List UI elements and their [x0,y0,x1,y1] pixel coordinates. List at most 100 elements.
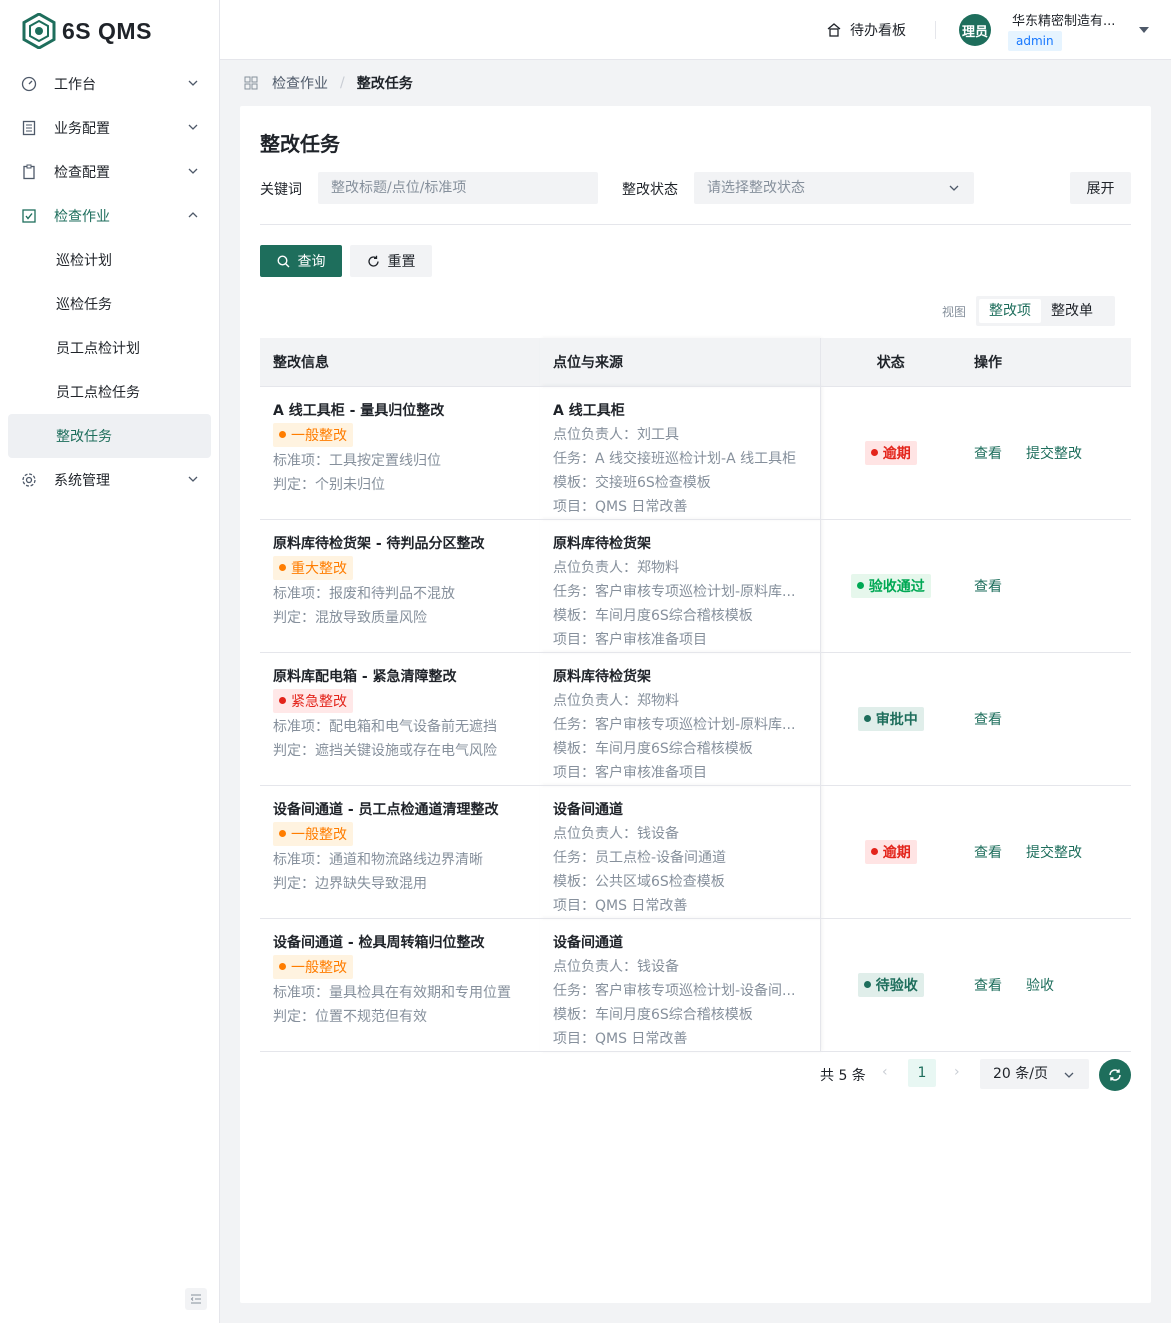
verdict-text: 判定：混放导致质量风险 [273,609,427,626]
table-row: 设备间通道 - 检具周转箱归位整改 一般整改 标准项：量具检具在有效期和专用位置… [260,918,1131,1052]
view-button[interactable]: 查看 [974,845,1002,861]
sidebar-item-label: 工作台 [54,77,96,93]
header-divider [935,21,936,39]
standard-text: 标准项：报废和待判品不混放 [273,585,455,602]
expand-button[interactable]: 展开 [1070,172,1131,204]
sidebar-item-staff-check-plan[interactable]: 员工点检计划 [8,326,211,370]
status-dot [870,449,878,456]
level-label: 一般整改 [291,959,347,976]
sidebar-item-system-admin[interactable]: 系统管理 [8,458,211,502]
status-badge: 逾期 [864,440,917,465]
company-name[interactable]: 华东精密制造有... [1012,10,1130,29]
level-dot [279,697,286,704]
status-label: 待验收 [875,977,918,994]
view-option-items[interactable]: 整改项 [979,299,1041,323]
prev-page-button[interactable]: ‹ [882,1064,888,1080]
sidebar-item-inspection-work[interactable]: 检查作业 [8,194,211,238]
rectification-info-cell: A 线工具柜 - 量具归位整改 一般整改 标准项：工具按定置线归位 判定：个别未… [260,386,540,520]
logo-icon [22,13,56,49]
status-cell: 待验收 [820,918,961,1052]
verdict-text: 判定：边界缺失导致混用 [273,875,427,892]
search-icon [276,254,289,267]
chevron-down-icon [1064,1072,1074,1078]
level-badge: 一般整改 [273,954,353,979]
rectification-title[interactable]: A 线工具柜 - 量具归位整改 [273,399,540,423]
template-text: 模板：车间月度6S综合稽核模板 [553,740,753,757]
page-title: 整改任务 [260,132,340,156]
actions-cell: 查看 [961,519,1131,653]
sidebar-item-rectification-task[interactable]: 整改任务 [8,414,211,458]
logo-text: 6S QMS [62,17,152,44]
rectification-info-cell: 原料库待检货架 - 待判品分区整改 重大整改 标准项：报废和待判品不混放 判定：… [260,519,540,653]
next-page-button[interactable]: › [954,1064,960,1080]
template-text: 模板：车间月度6S综合稽核模板 [553,607,753,624]
status-badge: 逾期 [864,839,917,864]
action-button[interactable]: 提交整改 [1026,845,1082,861]
caret-down-icon[interactable] [1139,27,1149,33]
sidebar-item-label: 系统管理 [54,473,110,489]
status-filter-label: 整改状态 [622,182,678,198]
project-text: 项目：QMS 日常改善 [553,897,688,914]
point-owner: 点位负责人：刘工具 [553,426,679,443]
rectification-title[interactable]: 设备间通道 - 检具周转箱归位整改 [273,931,540,955]
refresh-button[interactable] [1099,1059,1131,1091]
rectification-title[interactable]: 原料库配电箱 - 紧急清障整改 [273,665,540,689]
reset-button[interactable]: 重置 [350,245,432,277]
logo[interactable]: 6S QMS [22,12,152,50]
sidebar-item-patrol-task[interactable]: 巡检任务 [8,282,211,326]
level-label: 紧急整改 [291,693,347,710]
sidebar-item-business-config[interactable]: 业务配置 [8,106,211,150]
chevron-down-icon [188,476,198,482]
rectification-title[interactable]: 设备间通道 - 员工点检通道清理整改 [273,798,540,822]
rectification-title[interactable]: 原料库待检货架 - 待判品分区整改 [273,532,540,556]
sidebar-item-patrol-plan[interactable]: 巡检计划 [8,238,211,282]
level-label: 重大整改 [291,560,347,577]
reset-button-label: 重置 [387,254,416,270]
sidebar-item-inspection-config[interactable]: 检查配置 [8,150,211,194]
sidebar-item-staff-check-task[interactable]: 员工点检任务 [8,370,211,414]
template-text: 模板：交接班6S检查模板 [553,474,711,491]
status-dot [870,848,878,855]
keyword-input[interactable]: 整改标题/点位/标准项 [318,172,598,204]
verdict-text: 判定：遮挡关键设施或存在电气风险 [273,742,497,759]
page-number[interactable]: 1 [908,1059,936,1087]
chevron-down-icon [949,185,959,191]
query-button[interactable]: 查询 [260,245,342,277]
todo-board-link[interactable]: 待办看板 [826,20,906,40]
status-label: 验收通过 [868,578,925,595]
sidebar-item-label: 巡检任务 [56,297,112,313]
breadcrumb-parent[interactable]: 检查作业 [272,73,328,93]
point-source-cell: 原料库待检货架 点位负责人：郑物料 任务：客户审核专项巡检计划-原料库... 模… [540,652,821,786]
status-badge: 审批中 [857,706,924,731]
chevron-down-icon [188,80,198,86]
standard-text: 标准项：量具检具在有效期和专用位置 [273,984,511,1001]
status-cell: 验收通过 [820,519,961,653]
dashboard-icon [20,75,38,93]
point-source-cell: 设备间通道 点位负责人：钱设备 任务：客户审核专项巡检计划-设备间... 模板：… [540,918,821,1052]
collapse-sidebar-button[interactable] [185,1288,207,1310]
level-dot [279,564,286,571]
sidebar-item-workbench[interactable]: 工作台 [8,62,211,106]
checkbox-icon [20,207,38,225]
point-name: 设备间通道 [553,801,623,818]
refresh-icon [367,255,379,267]
apps-icon [244,76,258,90]
status-dot [863,981,871,988]
view-button[interactable]: 查看 [974,446,1002,462]
pager-total: 共 5 条 [820,1068,866,1084]
view-button[interactable]: 查看 [974,978,1002,994]
sidebar-item-label: 业务配置 [54,121,110,137]
status-label: 逾期 [882,445,911,462]
action-button[interactable]: 验收 [1026,978,1054,994]
home-icon [827,23,841,37]
status-select[interactable]: 请选择整改状态 [694,172,974,204]
table-row: 设备间通道 - 员工点检通道清理整改 一般整改 标准项：通道和物流路线边界清晰 … [260,785,1131,919]
view-button[interactable]: 查看 [974,579,1002,595]
breadcrumb: 检查作业 / 整改任务 [244,72,413,94]
view-button[interactable]: 查看 [974,712,1002,728]
view-option-orders[interactable]: 整改单 [1041,299,1103,323]
action-button[interactable]: 提交整改 [1026,446,1082,462]
sidebar-item-label: 整改任务 [56,429,112,445]
page-size-select[interactable]: 20 条/页 [980,1059,1089,1089]
avatar[interactable]: 理员 [959,14,991,46]
